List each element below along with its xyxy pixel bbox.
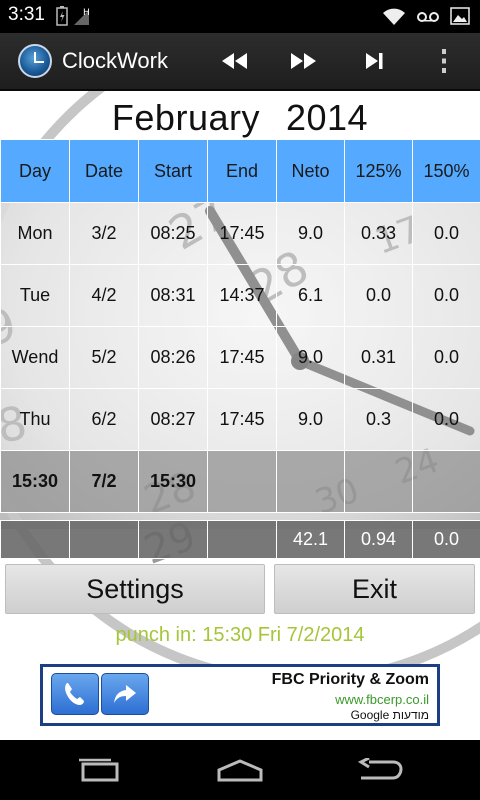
cell-neto: 9.0 <box>276 388 345 451</box>
total-end <box>207 520 277 559</box>
table-row[interactable]: Wend 5/2 08:26 17:45 9.0 0.31 0.0 <box>0 326 480 389</box>
cell-end: 17:45 <box>207 388 277 451</box>
cell-start: 08:26 <box>138 326 208 389</box>
status-time: 3:31 <box>8 4 45 25</box>
cell-day: Thu <box>0 388 70 451</box>
cell-150: 0.0 <box>412 326 480 389</box>
cell-neto: 9.0 <box>276 326 345 389</box>
cell-150: 0.0 <box>412 202 480 265</box>
month-year: 2014 <box>285 97 369 138</box>
total-date <box>69 520 139 559</box>
table-row[interactable]: Mon 3/2 08:25 17:45 9.0 0.33 0.0 <box>0 202 480 265</box>
total-150: 0.0 <box>412 520 480 559</box>
header-neto: Neto <box>276 139 345 203</box>
ad-banner[interactable]: FBC Priority & Zoom www.fbcerp.co.il Goo… <box>40 664 440 726</box>
home-icon[interactable] <box>210 754 270 788</box>
action-bar: ClockWork <box>0 33 480 91</box>
overflow-menu-icon[interactable] <box>426 45 462 77</box>
total-day <box>0 520 70 559</box>
cell-end: 17:45 <box>207 202 277 265</box>
status-bar: 3:31 H <box>0 0 480 33</box>
table-row[interactable]: Tue 4/2 08:31 14:37 6.1 0.0 0.0 <box>0 264 480 327</box>
cell-start: 08:31 <box>138 264 208 327</box>
cell-125: 0.0 <box>344 264 413 327</box>
total-125: 0.94 <box>344 520 413 559</box>
current-day-row[interactable]: 15:30 7/2 15:30 <box>0 450 480 513</box>
timesheet-table: Day Date Start End Neto 125% 150% Mon 3/… <box>0 139 480 559</box>
wifi-icon <box>382 6 406 30</box>
cell-end <box>207 450 277 513</box>
cell-day: Wend <box>0 326 70 389</box>
header-150: 150% <box>412 139 480 203</box>
punch-status: punch in: 15:30 Fri 7/2/2014 <box>115 624 365 646</box>
total-neto: 42.1 <box>276 520 345 559</box>
signal-h-icon: H <box>72 6 92 30</box>
cell-neto: 6.1 <box>276 264 345 327</box>
cell-day: Tue <box>0 264 70 327</box>
header-end: End <box>207 139 277 203</box>
header-date: Date <box>69 139 139 203</box>
rewind-icon[interactable] <box>216 45 252 77</box>
cell-date: 4/2 <box>69 264 139 327</box>
cell-neto <box>276 450 345 513</box>
cell-start: 15:30 <box>138 450 208 513</box>
cell-end: 14:37 <box>207 264 277 327</box>
cell-neto: 9.0 <box>276 202 345 265</box>
cell-start: 08:25 <box>138 202 208 265</box>
month-name: February <box>111 97 260 138</box>
clock-logo-icon[interactable] <box>18 44 52 78</box>
cell-date: 5/2 <box>69 326 139 389</box>
table-row[interactable]: Thu 6/2 08:27 17:45 9.0 0.3 0.0 <box>0 388 480 451</box>
cell-day: Mon <box>0 202 70 265</box>
back-icon[interactable] <box>350 754 410 788</box>
exit-button[interactable]: Exit <box>274 564 475 614</box>
ad-url[interactable]: www.fbcerp.co.il <box>335 692 429 707</box>
cell-date: 3/2 <box>69 202 139 265</box>
header-125: 125% <box>344 139 413 203</box>
recent-apps-icon[interactable] <box>68 754 128 788</box>
ad-title[interactable]: FBC Priority & Zoom <box>272 671 429 689</box>
cell-125: 0.31 <box>344 326 413 389</box>
table-spacer <box>1 513 480 521</box>
header-day: Day <box>0 139 70 203</box>
cell-start: 08:27 <box>138 388 208 451</box>
cell-150: 0.0 <box>412 388 480 451</box>
system-nav-bar <box>0 740 480 800</box>
month-title: February 2014 <box>0 97 480 139</box>
phone-call-icon[interactable] <box>51 673 99 715</box>
skip-next-icon[interactable] <box>356 45 392 77</box>
table-header-row: Day Date Start End Neto 125% 150% <box>0 139 480 203</box>
ad-label: Google מודעות <box>350 708 429 722</box>
app-title: ClockWork <box>62 48 168 73</box>
cell-end: 17:45 <box>207 326 277 389</box>
main-content: 9 8 27 28 28 29 17 30 24 February2014 Da… <box>0 91 480 740</box>
battery-charging-icon <box>56 6 68 30</box>
cell-125: 0.3 <box>344 388 413 451</box>
total-start <box>138 520 208 559</box>
totals-row: 42.1 0.94 0.0 <box>0 520 480 559</box>
share-arrow-icon[interactable] <box>101 673 149 715</box>
header-start: Start <box>138 139 208 203</box>
cell-date: 7/2 <box>69 450 139 513</box>
cell-150 <box>412 450 480 513</box>
settings-button[interactable]: Settings <box>5 564 265 614</box>
fast-forward-icon[interactable] <box>286 45 322 77</box>
cell-150: 0.0 <box>412 264 480 327</box>
image-icon <box>450 7 470 29</box>
svg-text:H: H <box>83 8 90 18</box>
voicemail-icon <box>416 9 440 28</box>
cell-date: 6/2 <box>69 388 139 451</box>
cell-day: 15:30 <box>0 450 70 513</box>
cell-125: 0.33 <box>344 202 413 265</box>
cell-125 <box>344 450 413 513</box>
